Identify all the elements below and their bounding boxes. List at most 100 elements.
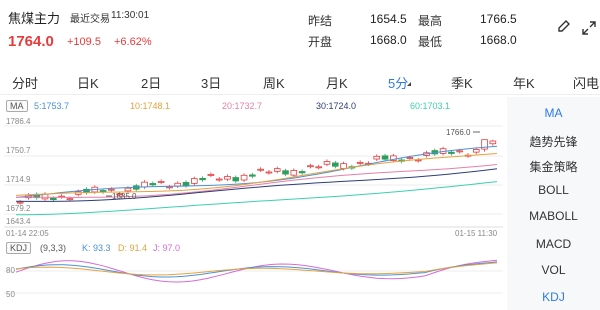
price-change-pct: +6.62% [114, 36, 152, 48]
candle-body [456, 150, 463, 153]
tab-weekly[interactable]: 周K [263, 73, 285, 92]
candle-body [16, 201, 24, 204]
sidebar-item-boll[interactable]: BOLL [507, 183, 600, 197]
edit-icon[interactable] [556, 18, 572, 34]
time-axis-start: 01-14 22:05 [6, 229, 49, 238]
quote-header: 焦煤主力 最近交易 11:30:01 1764.0 +109.5 +6.62% … [0, 0, 600, 64]
last-trade-label: 最近交易 [70, 14, 110, 25]
high-annotation: 1766.0 [446, 128, 471, 137]
sidebar-item-kdj[interactable]: KDJ [507, 290, 600, 304]
candle-body [307, 165, 314, 168]
candle-body [99, 190, 107, 193]
tab-2day[interactable]: 2日 [141, 73, 161, 92]
ma30-legend: 30:1724.0 [316, 101, 357, 111]
candle-body [489, 140, 497, 145]
candle-body [182, 182, 190, 187]
quote-label: 最高 [418, 14, 443, 28]
sidebar-item-gold-strategy[interactable]: 集金策略 [507, 158, 600, 175]
tab-flash[interactable]: 闪电 [573, 73, 599, 92]
kdj-d-legend: D: 91.4 [118, 243, 148, 253]
ma-line [15, 145, 498, 198]
sidebar-item-maboll[interactable]: MABOLL [507, 209, 600, 223]
candle-body [207, 173, 215, 176]
tab-3day[interactable]: 3日 [201, 73, 221, 92]
kdj-indicator-badge[interactable]: KDJ [6, 242, 32, 254]
candle-body [166, 186, 173, 189]
candle-body [265, 171, 273, 174]
candle-body [298, 171, 306, 174]
candle-body [340, 163, 347, 169]
candle-body [315, 166, 323, 169]
candle-body [282, 170, 289, 175]
kdj-axis-label: 80 [6, 266, 15, 275]
candle-body [356, 161, 364, 164]
quote-value: 1668.0 [370, 33, 407, 47]
candle-body [323, 161, 331, 165]
price-change: +109.5 [67, 36, 101, 48]
kdj-params: (9,3,3) [40, 243, 67, 253]
last-trade-time: 11:30:01 [111, 10, 150, 21]
kdj-j-legend: J: 97.0 [153, 243, 181, 253]
candle-body [406, 157, 414, 159]
candle-body [381, 155, 389, 160]
low-annotation: 1685.0 [112, 192, 137, 201]
candle-body [199, 177, 206, 181]
ma-line [15, 181, 498, 216]
kdj-k-legend: K: 93.3 [82, 243, 111, 253]
sidebar-item-trend-pioneer[interactable]: 趋势先锋 [507, 133, 600, 150]
ma20-legend: 20:1732.7 [222, 101, 263, 111]
price-axis-label: 1714.9 [6, 175, 31, 184]
candle-body [174, 182, 182, 187]
sidebar-item-vol[interactable]: VOL [507, 263, 600, 277]
candle-body [232, 177, 240, 182]
quote-value: 1766.5 [480, 12, 517, 26]
kdj-axis-label: 50 [6, 290, 15, 299]
candles-group [16, 139, 497, 205]
contract-title: 焦煤主力 [8, 11, 61, 26]
tab-intraday[interactable]: 分时 [12, 73, 38, 92]
candle-body [273, 168, 281, 172]
period-tabs: 分时 日K 2日 3日 周K 月K 5分 季K 年K 闪电 [0, 64, 600, 95]
ma-lines-group [15, 145, 498, 216]
quote-label: 最低 [418, 35, 443, 49]
quote-label: 开盘 [308, 35, 333, 49]
candle-body [249, 174, 256, 177]
candle-body [124, 187, 132, 192]
candle-body [290, 170, 298, 176]
candle-body [108, 188, 115, 191]
last-price: 1764.0 [8, 33, 54, 50]
sidebar-item-ma[interactable]: MA [507, 106, 600, 120]
dropdown-triangle-icon[interactable] [407, 82, 411, 86]
price-axis-label: 1750.7 [6, 146, 31, 155]
candle-body [149, 183, 157, 186]
quote-value: 1654.5 [370, 12, 407, 26]
ma60-legend: 60:1703.1 [410, 101, 451, 111]
sidebar-item-macd[interactable]: MACD [507, 237, 600, 251]
candle-body [373, 155, 381, 160]
candle-body [66, 198, 74, 201]
candle-body [50, 197, 57, 201]
candle-body [472, 149, 480, 153]
tab-daily[interactable]: 日K [77, 73, 99, 92]
price-axis-label: 1643.4 [6, 217, 31, 226]
quote-value: 1668.0 [480, 33, 517, 47]
tab-yearly[interactable]: 年K [513, 73, 535, 92]
indicator-sidebar: MA 趋势先锋 集金策略 BOLL MABOLL MACD VOL KDJ [507, 97, 600, 310]
ma5-legend: 5:1753.7 [34, 101, 70, 111]
candle-body [240, 174, 248, 181]
candle-body [448, 151, 455, 154]
kline-chart[interactable] [0, 97, 507, 310]
candle-body [141, 181, 148, 188]
ma-indicator-badge[interactable]: MA [6, 100, 28, 112]
tab-quarterly[interactable]: 季K [451, 73, 473, 92]
price-axis-label: 1786.4 [6, 117, 31, 126]
candle-body [157, 181, 165, 183]
time-axis-end: 01-15 11:30 [455, 229, 498, 238]
tab-monthly[interactable]: 月K [326, 73, 348, 92]
candle-body [331, 162, 339, 167]
candle-body [224, 176, 231, 180]
quote-label: 昨结 [308, 14, 333, 28]
expand-icon[interactable] [581, 20, 597, 36]
tab-5min[interactable]: 5分 [388, 73, 408, 92]
candle-body [215, 178, 223, 181]
